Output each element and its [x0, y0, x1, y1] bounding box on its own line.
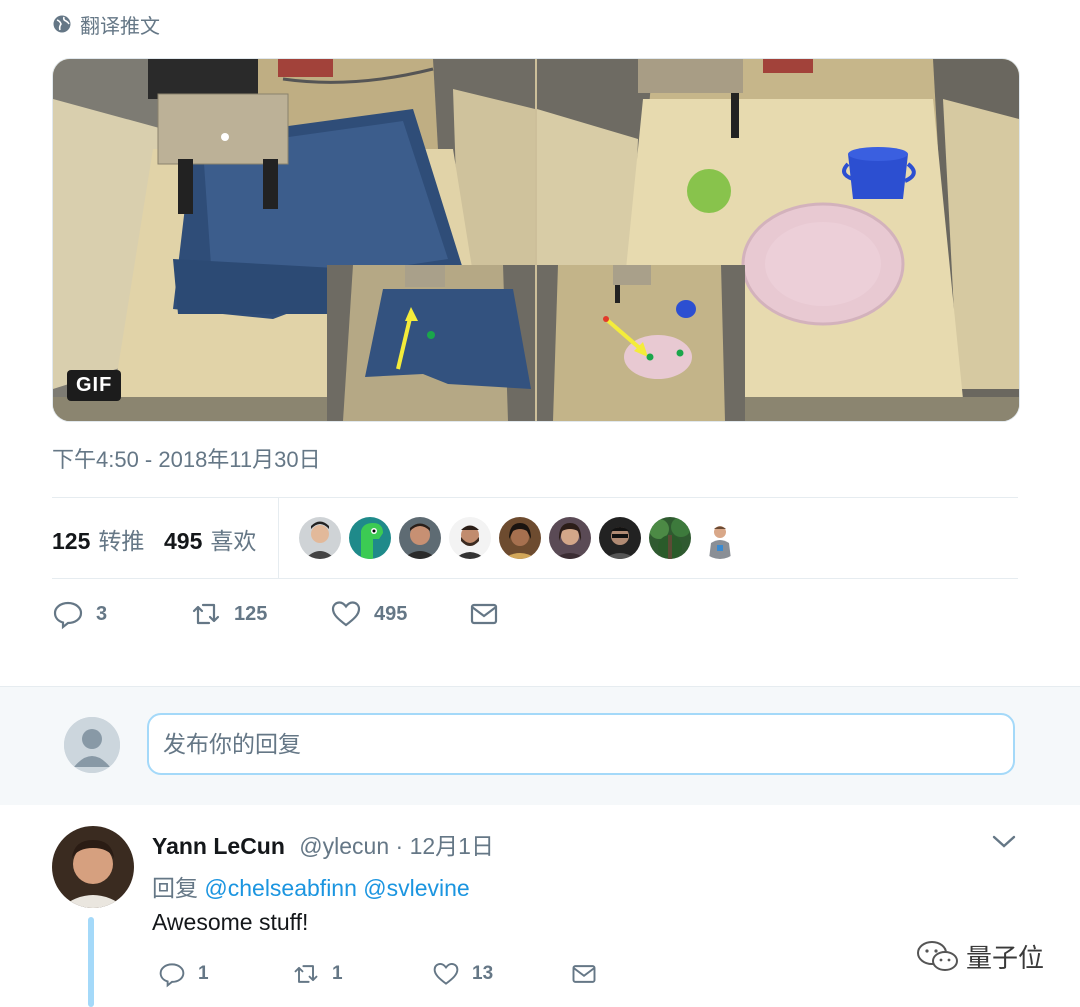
retweet-icon: [294, 965, 318, 983]
chevron-down-icon[interactable]: [990, 827, 1018, 855]
retweet-count: 125: [234, 602, 268, 625]
retweet-count-stat[interactable]: 125 转推: [52, 522, 144, 556]
retweet-icon: [192, 603, 220, 625]
reply-icon: [53, 601, 83, 630]
gif-badge: GIF: [67, 370, 122, 401]
avatar[interactable]: [699, 517, 741, 559]
reply-button[interactable]: 1: [158, 960, 209, 988]
reply-count: 3: [96, 602, 108, 625]
author-name[interactable]: Yann LeCun: [152, 833, 285, 859]
reply-time[interactable]: · 12月1日: [396, 833, 494, 859]
translate-label: 翻译推文: [80, 15, 160, 38]
retweet-label: 转推: [98, 528, 145, 554]
avatar[interactable]: [349, 517, 391, 559]
reply-button[interactable]: 3: [52, 598, 107, 630]
mention-link[interactable]: @chelseabfinn: [204, 875, 357, 901]
avatar[interactable]: [649, 517, 691, 559]
current-user-avatar: [64, 717, 120, 773]
avatar[interactable]: [449, 517, 491, 559]
retweet-button[interactable]: 1: [292, 960, 343, 988]
avatar[interactable]: [399, 517, 441, 559]
like-count: 495: [374, 602, 408, 625]
watermark-text: 量子位: [966, 943, 1045, 973]
replying-to: 回复 @chelseabfinn @svlevine: [152, 869, 470, 903]
reply-composer: [0, 686, 1080, 806]
reply-header: Yann LeCun @ylecun · 12月1日: [152, 827, 494, 861]
robot-gif-image: [53, 59, 1019, 421]
mail-icon: [470, 603, 498, 625]
avatar[interactable]: [499, 517, 541, 559]
direct-message-button[interactable]: [468, 598, 500, 630]
reply-icon: [159, 963, 185, 988]
like-count: 495: [164, 528, 203, 554]
mention-link[interactable]: @svlevine: [363, 875, 469, 901]
author-handle[interactable]: @ylecun: [299, 833, 389, 859]
like-button[interactable]: 495: [330, 598, 407, 630]
avatar[interactable]: [52, 826, 134, 908]
stats-divider: [278, 498, 279, 578]
thread-line: [88, 917, 94, 1007]
tweet-stats: 125 转推 495 喜欢: [52, 498, 1018, 578]
direct-message-button[interactable]: [570, 960, 598, 988]
retweet-count: 125: [52, 528, 91, 554]
heart-icon: [433, 962, 459, 985]
avatar[interactable]: [299, 517, 341, 559]
avatar[interactable]: [599, 517, 641, 559]
translate-tweet-link[interactable]: 翻译推文: [52, 10, 160, 38]
reply-text: Awesome stuff!: [152, 909, 309, 935]
mail-icon: [572, 965, 596, 983]
like-count: 13: [472, 963, 494, 984]
wechat-icon: [917, 940, 958, 971]
retweet-count: 1: [332, 963, 343, 984]
globe-icon: [53, 15, 71, 33]
replying-label: 回复: [152, 875, 198, 901]
tweet-media-gif[interactable]: GIF: [52, 58, 1020, 422]
watermark: 量子位: [916, 938, 1044, 975]
heart-icon: [331, 601, 361, 627]
tweet-timestamp[interactable]: 下午4:50 - 2018年11月30日: [52, 442, 321, 474]
reply-count: 1: [198, 963, 209, 984]
reply-input[interactable]: [147, 713, 1015, 775]
like-label: 喜欢: [210, 528, 257, 554]
liker-avatars: [299, 517, 741, 559]
retweet-button[interactable]: 125: [190, 598, 267, 630]
like-count-stat[interactable]: 495 喜欢: [164, 522, 256, 556]
like-button[interactable]: 13: [432, 960, 493, 988]
divider: [52, 578, 1018, 579]
avatar[interactable]: [549, 517, 591, 559]
